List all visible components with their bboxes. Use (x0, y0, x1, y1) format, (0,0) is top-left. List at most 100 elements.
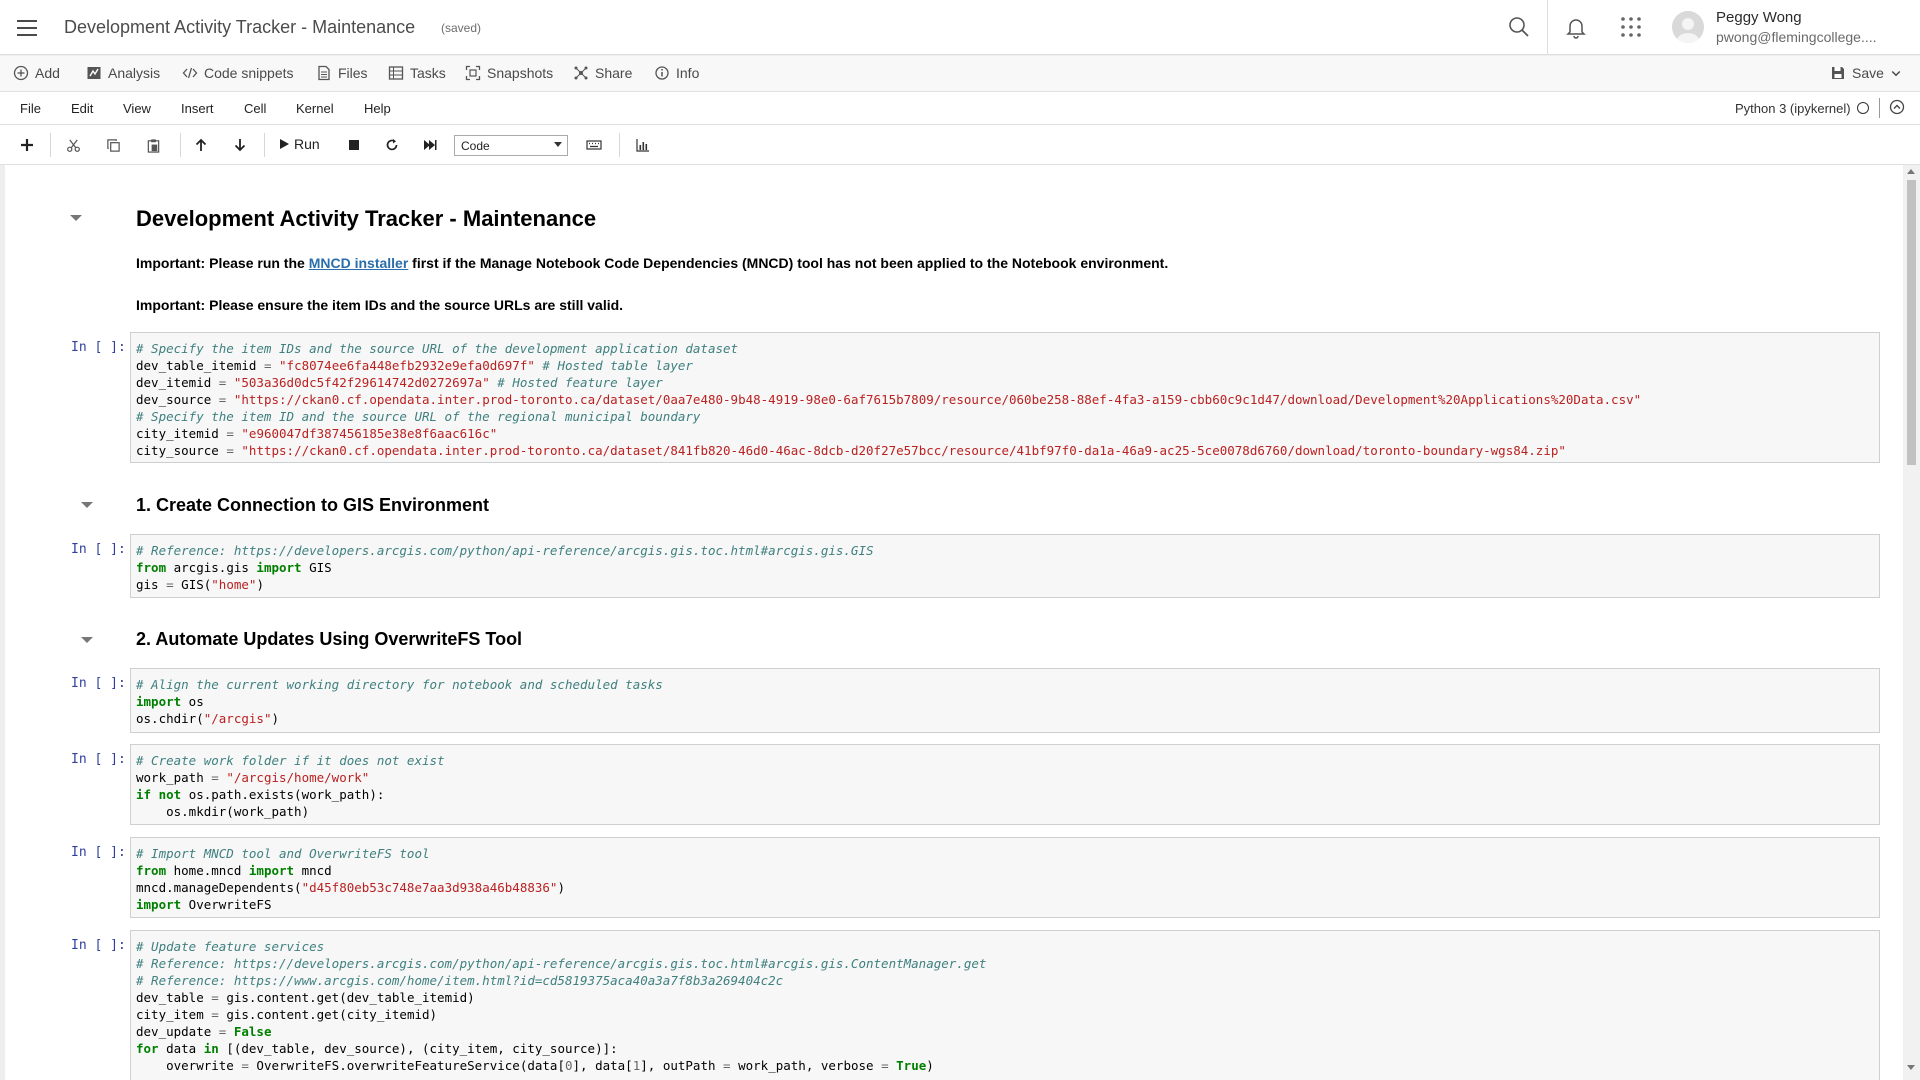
paste-button[interactable] (142, 135, 164, 155)
menu-insert[interactable]: Insert (181, 101, 214, 116)
code-cell[interactable]: # Specify the item IDs and the source UR… (130, 332, 1880, 463)
code-token: [(dev_table, dev_source), (city_item, ci… (218, 1041, 618, 1056)
restart-button[interactable] (381, 135, 403, 155)
scroll-up-icon[interactable] (1907, 169, 1915, 174)
info-icon (655, 66, 669, 80)
code-token: arcgis.gis (166, 560, 257, 575)
hamburger-menu-icon[interactable] (17, 17, 37, 37)
tasks-button[interactable]: Tasks (388, 65, 446, 81)
stop-icon (349, 140, 359, 150)
move-up-button[interactable] (190, 135, 212, 155)
kernel-name[interactable]: Python 3 (ipykernel) (1735, 101, 1851, 116)
code-comment: # Reference: https://www.arcgis.com/home… (136, 973, 784, 988)
code-string: "fc8074ee6fa448efb2932e9efa0d697f" (279, 358, 535, 373)
tasks-icon (388, 66, 404, 80)
cell-prompt: In [ ]: (71, 752, 126, 767)
collapse-section-icon[interactable] (70, 215, 82, 221)
search-icon[interactable] (1507, 15, 1531, 39)
code-token: os (181, 694, 204, 709)
add-button[interactable]: Add (13, 65, 60, 81)
saved-status: (saved) (441, 21, 482, 35)
avatar[interactable] (1672, 11, 1704, 43)
code-cell[interactable]: # Align the current working directory fo… (130, 668, 1880, 733)
cell-type-select[interactable]: Code (454, 135, 568, 156)
important-note-2: Important: Please ensure the item IDs an… (136, 297, 624, 313)
collapse-section-icon[interactable] (81, 502, 93, 508)
info-button[interactable]: Info (654, 65, 699, 81)
code-snippets-button[interactable]: Code snippets (182, 65, 294, 81)
code-cell[interactable]: # Import MNCD tool and OverwriteFS tool … (130, 837, 1880, 918)
menu-help[interactable]: Help (364, 101, 391, 116)
code-cell[interactable]: # Create work folder if it does not exis… (130, 744, 1880, 825)
code-token: GIS( (173, 577, 212, 592)
code-snippets-label: Code snippets (204, 65, 294, 81)
scroll-down-icon[interactable] (1907, 1065, 1915, 1070)
code-keyword: import (256, 560, 302, 575)
cut-button[interactable] (62, 135, 84, 155)
code-keyword: in (203, 1041, 219, 1056)
command-palette-button[interactable] (583, 135, 605, 155)
mncd-installer-link[interactable]: MNCD installer (309, 255, 409, 271)
code-token: gis.content.get(city_itemid) (218, 1007, 438, 1022)
code-string: "e960047df387456185e38e8f6aac616c" (241, 426, 498, 441)
code-keyword: for (136, 1041, 159, 1056)
cell-toolbar: Run Code (0, 125, 1920, 165)
share-button[interactable]: Share (573, 65, 632, 81)
bar-chart-icon (636, 139, 649, 152)
insert-cell-button[interactable] (16, 135, 38, 155)
code-token: dev_source (136, 392, 212, 407)
code-cell[interactable]: # Update feature services # Reference: h… (130, 930, 1880, 1080)
code-keyword: from (136, 863, 167, 878)
code-token: ], outPath (640, 1058, 724, 1073)
code-keyword: False (233, 1024, 272, 1039)
code-string: "/arcgis/home/work" (226, 770, 370, 785)
code-token: os.mkdir(work_path) (136, 804, 310, 819)
analysis-label: Analysis (108, 65, 161, 81)
move-down-button[interactable] (229, 135, 251, 155)
cell-prompt: In [ ]: (71, 845, 126, 860)
menu-cell[interactable]: Cell (244, 101, 266, 116)
code-string: "d45f80eb53c748e7aa3d938a46b48836" (301, 880, 558, 895)
code-token: ], data[ (572, 1058, 633, 1073)
collapse-header-icon[interactable] (1889, 99, 1905, 115)
code-comment: # Hosted table layer (542, 358, 693, 373)
divider (180, 133, 181, 157)
code-token: ) (926, 1058, 934, 1073)
restart-run-all-button[interactable] (419, 135, 441, 155)
scroll-thumb[interactable] (1907, 180, 1916, 465)
bell-icon[interactable] (1564, 15, 1588, 39)
code-cell[interactable]: # Reference: https://developers.arcgis.c… (130, 534, 1880, 598)
info-label: Info (676, 65, 700, 81)
code-keyword: import (136, 694, 182, 709)
interrupt-button[interactable] (343, 135, 365, 155)
code-icon (182, 67, 198, 79)
analysis-icon (87, 67, 101, 79)
notebook-heading: Development Activity Tracker - Maintenan… (136, 206, 597, 231)
code-string: "503a36d0dc5f42f29614742d0272697a" (233, 375, 490, 390)
code-comment: # Reference: https://developers.arcgis.c… (136, 956, 987, 971)
code-string: "/arcgis" (203, 711, 272, 726)
run-button[interactable]: Run (278, 136, 320, 152)
menu-bar: File Edit View Insert Cell Kernel Help P… (0, 92, 1920, 125)
apps-grid-icon[interactable] (1619, 15, 1643, 39)
arrow-up-icon (195, 138, 207, 151)
code-operator: = (211, 1007, 219, 1022)
notebook-title[interactable]: Development Activity Tracker - Maintenan… (64, 17, 415, 38)
save-button[interactable]: Save (1830, 65, 1902, 81)
share-label: Share (595, 65, 633, 81)
files-button[interactable]: Files (316, 65, 368, 81)
user-name[interactable]: Peggy Wong (1716, 9, 1802, 26)
chart-button[interactable] (632, 135, 654, 155)
copy-button[interactable] (102, 135, 124, 155)
collapse-section-icon[interactable] (81, 637, 93, 643)
menu-view[interactable]: View (123, 101, 151, 116)
scrollbar[interactable] (1903, 165, 1920, 1080)
snapshots-button[interactable]: Snapshots (465, 65, 553, 81)
divider (50, 133, 51, 157)
menu-file[interactable]: File (20, 101, 41, 116)
menu-kernel[interactable]: Kernel (296, 101, 334, 116)
menu-edit[interactable]: Edit (71, 101, 93, 116)
cell-type-value: Code (461, 139, 490, 153)
analysis-button[interactable]: Analysis (86, 65, 160, 81)
chevron-down-icon (1891, 71, 1901, 77)
